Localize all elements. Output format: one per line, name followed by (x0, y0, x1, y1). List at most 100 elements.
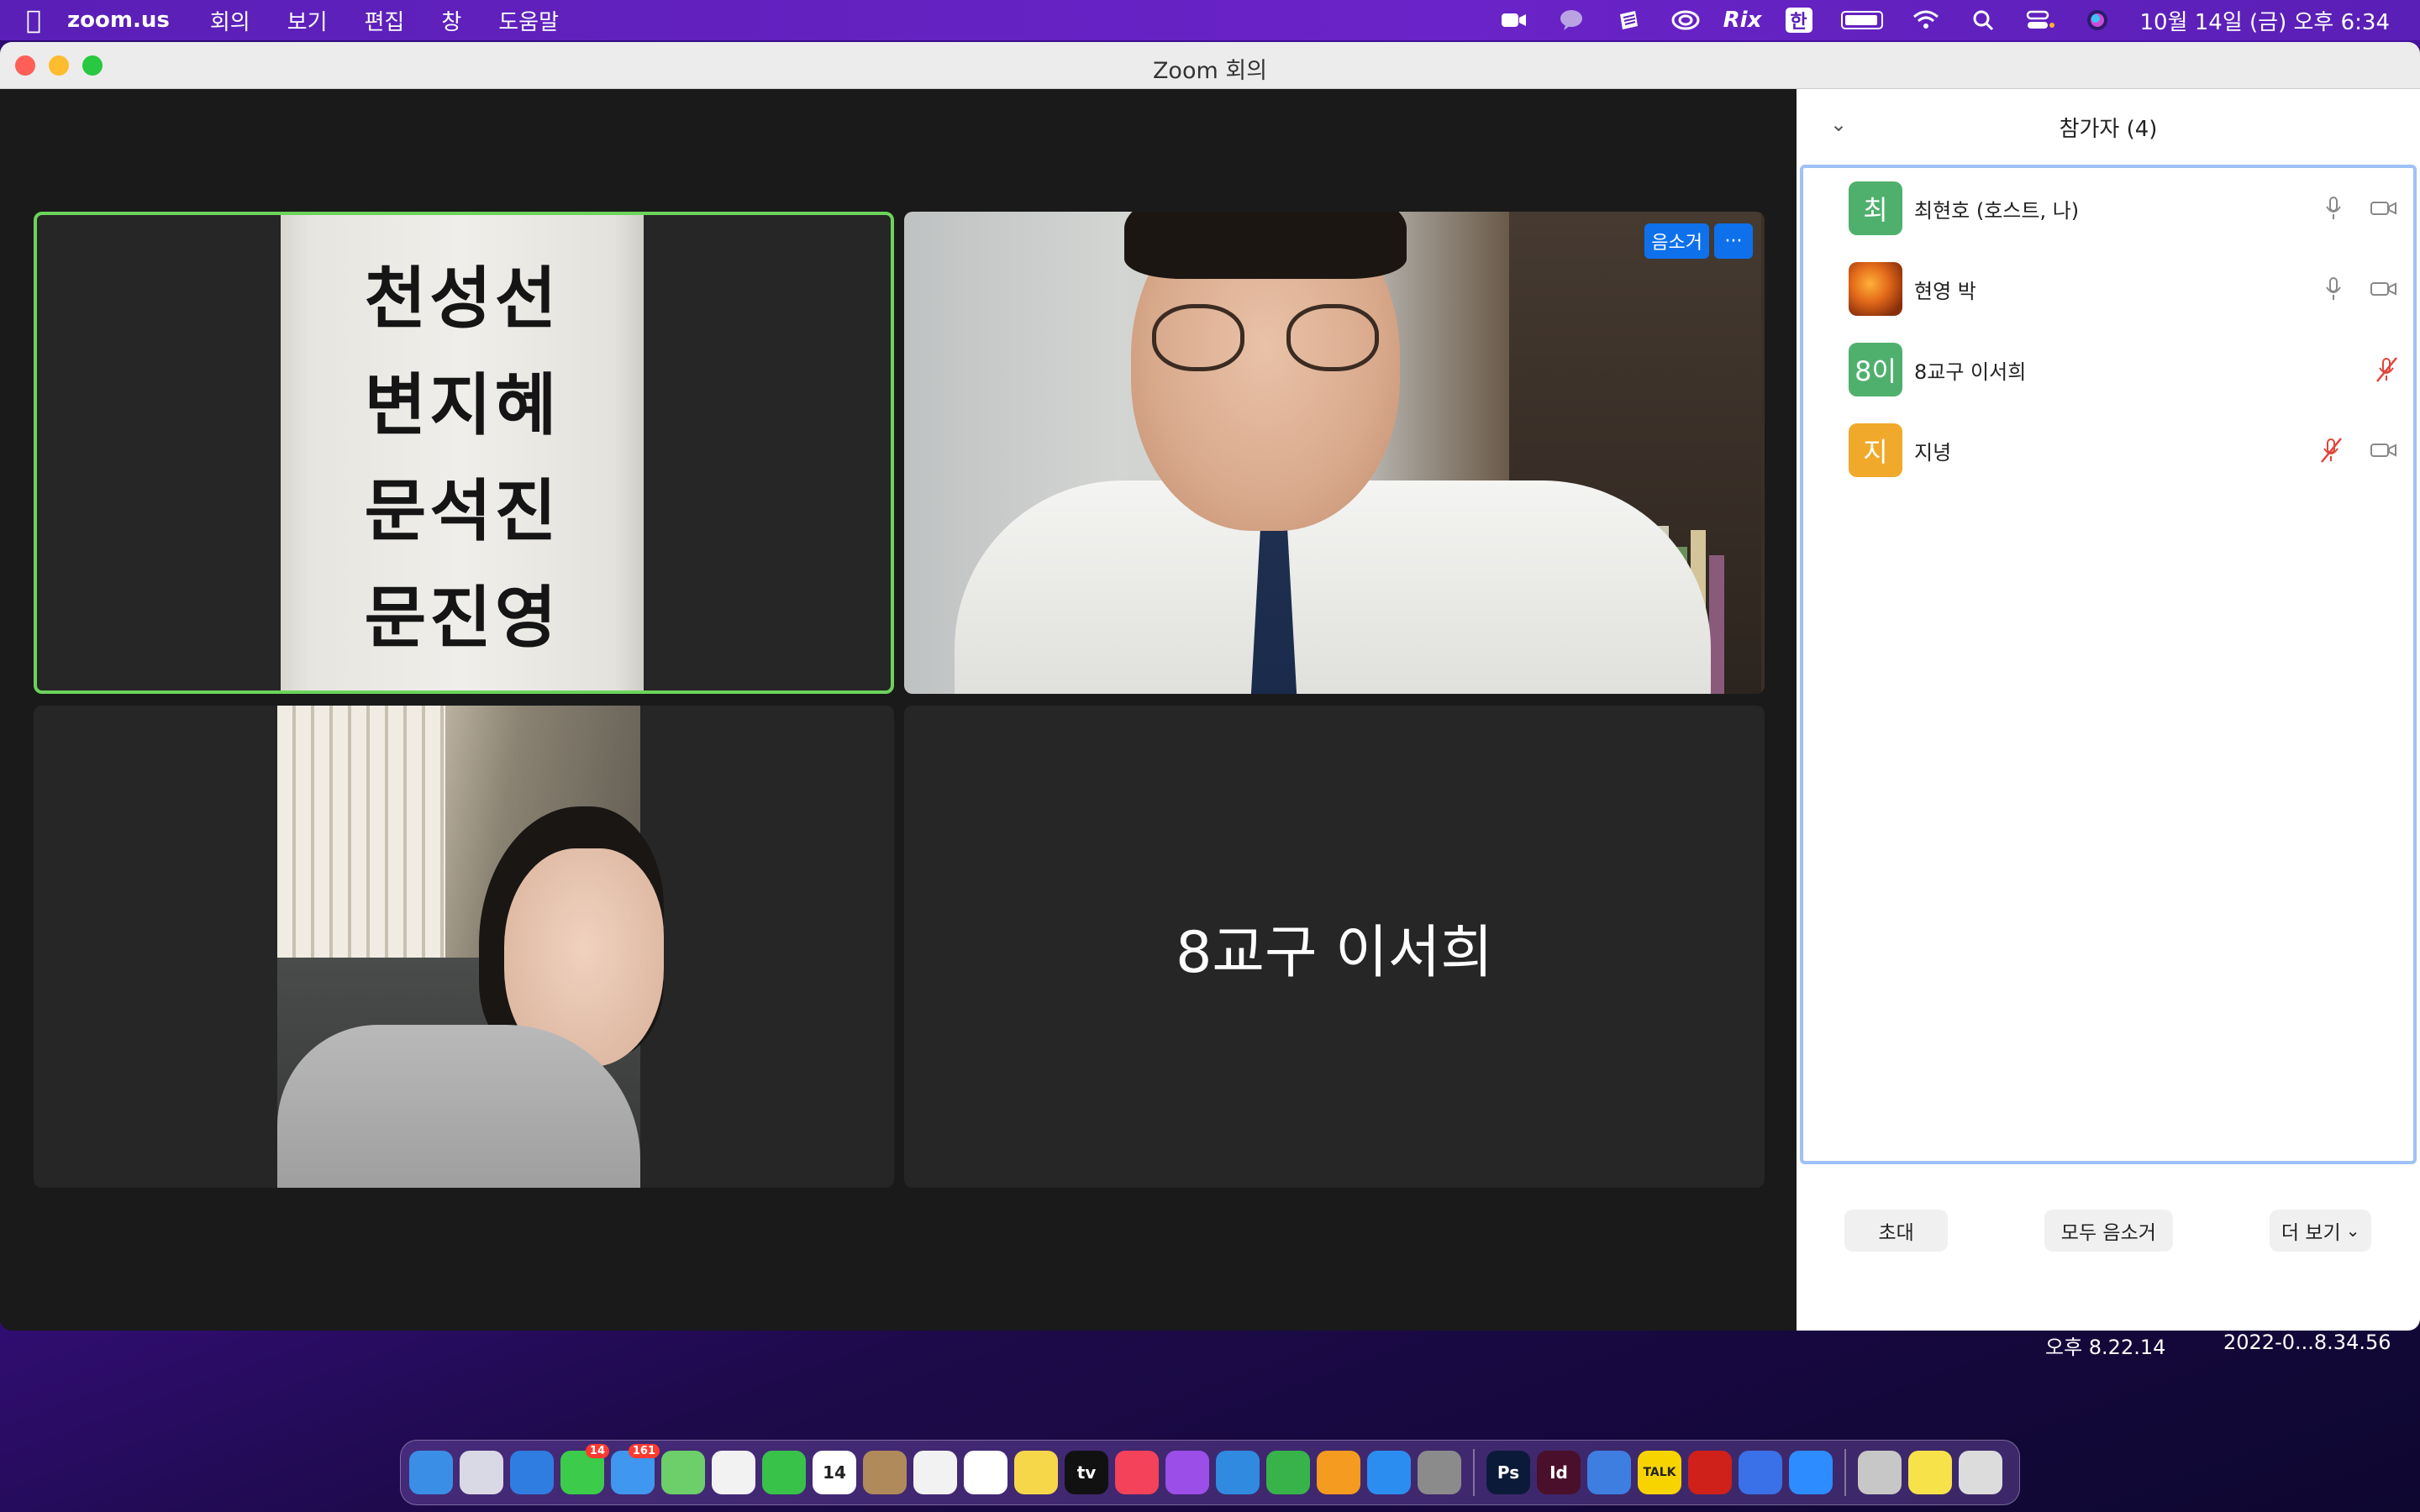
music-icon[interactable] (1115, 1451, 1159, 1494)
glasses (1286, 304, 1379, 371)
participant-row[interactable]: 지 지녕 (1803, 410, 2413, 491)
desktop-file-caption[interactable]: 오후 8.22.14 (2045, 1331, 2165, 1360)
mail-icon[interactable]: 161 (611, 1444, 660, 1494)
more-options-button[interactable]: ··· (1714, 223, 1753, 259)
podcasts-icon[interactable] (1165, 1451, 1209, 1494)
window-titlebar[interactable]: Zoom 회의 (0, 42, 2420, 89)
control-center-icon[interactable] (2026, 8, 2054, 32)
video-tile-participant[interactable] (34, 706, 894, 1188)
microphone-muted-icon[interactable] (2375, 356, 2398, 383)
participants-title: 참가자 (4) (2059, 116, 2158, 142)
video-tile-sign[interactable]: 천성선 변지혜 문석진 문진영 (34, 212, 894, 694)
mute-all-button[interactable]: 모두 음소거 (2044, 1210, 2173, 1252)
app-store-icon[interactable] (1367, 1451, 1411, 1494)
launchpad-icon[interactable] (460, 1451, 503, 1494)
zoom-status-icon[interactable] (1500, 8, 1528, 32)
video-camera-icon[interactable] (2370, 440, 2398, 460)
facetime-icon[interactable] (762, 1451, 806, 1494)
numbers-icon[interactable] (1266, 1451, 1310, 1494)
kakaotalk-icon[interactable]: TALK (1638, 1451, 1681, 1494)
notification-badge: 161 (628, 1444, 660, 1458)
microphone-icon[interactable] (2324, 196, 2343, 221)
teams-chat-icon[interactable] (1739, 1451, 1782, 1494)
dock-separator (1844, 1449, 1846, 1496)
chrome-icon[interactable] (913, 1451, 957, 1494)
dock: 14 161 14 tv Ps Id TALK (400, 1440, 2020, 1505)
dock-icon-label: TALK (1643, 1466, 1676, 1479)
apple-menu-icon[interactable]:  (0, 6, 67, 35)
acrobat-icon[interactable] (1688, 1451, 1732, 1494)
pages-icon[interactable] (1317, 1451, 1360, 1494)
mute-participant-button[interactable]: 음소거 (1644, 223, 1709, 259)
dock-icon-label: Id (1549, 1462, 1568, 1483)
maps-icon[interactable] (661, 1451, 705, 1494)
participants-panel: ⌄ 참가자 (4) 최 최현호 (호스트, 나) 현영 박 8이 8교구 이서희… (1797, 89, 2420, 1331)
notes-icon[interactable] (1614, 8, 1643, 32)
desktop-file-caption[interactable]: 2022-0...8.34.56 (2223, 1331, 2391, 1354)
reminders-icon[interactable] (964, 1451, 1007, 1494)
zoom-meeting-window: Zoom 회의 천성선 변지혜 문석진 문진영 음소거 ··· 8교구 이서희 … (0, 42, 2420, 1331)
window-title: Zoom 회의 (1152, 58, 1268, 84)
avatar: 최 (1849, 181, 1902, 235)
rix-icon[interactable]: Rix (1723, 8, 1762, 33)
notification-badge: 14 (585, 1444, 609, 1458)
downloads-icon[interactable] (1858, 1451, 1902, 1494)
messages-icon[interactable]: 14 (560, 1444, 609, 1494)
menu-window[interactable]: 창 (441, 5, 461, 36)
invite-button[interactable]: 초대 (1844, 1210, 1948, 1252)
video-tile-name-only[interactable]: 8교구 이서희 (904, 706, 1765, 1188)
korean-input-icon[interactable]: 한 (1785, 8, 1812, 33)
microphone-icon[interactable] (2324, 276, 2343, 302)
keynote-icon[interactable] (1216, 1451, 1260, 1494)
finder-icon[interactable] (409, 1451, 453, 1494)
sign-name: 문진영 (364, 578, 560, 657)
video-camera-icon[interactable] (2370, 198, 2398, 218)
creative-cloud-icon[interactable] (1671, 8, 1700, 32)
participant-row[interactable]: 최 최현호 (호스트, 나) (1803, 168, 2413, 249)
apple-tv-icon[interactable]: tv (1065, 1451, 1108, 1494)
search-icon[interactable] (1969, 8, 1997, 32)
menu-view[interactable]: 보기 (287, 5, 328, 36)
indesign-icon[interactable]: Id (1537, 1451, 1581, 1494)
photoshop-icon[interactable]: Ps (1486, 1451, 1530, 1494)
chevron-down-icon: ⌄ (2345, 1221, 2360, 1241)
menu-clock[interactable]: 10월 14일 (금) 오후 6:34 (2140, 5, 2391, 36)
panel-header: ⌄ 참가자 (4) (1797, 89, 2420, 165)
participant-row[interactable]: 8이 8교구 이서희 (1803, 329, 2413, 410)
video-camera-icon[interactable] (2370, 279, 2398, 299)
sign-name: 문석진 (364, 472, 560, 551)
menu-meeting[interactable]: 회의 (210, 5, 250, 36)
menu-help[interactable]: 도움말 (498, 5, 559, 36)
siri-icon[interactable] (2083, 8, 2112, 32)
wifi-icon[interactable] (1912, 8, 1940, 32)
menu-edit[interactable]: 편집 (365, 5, 405, 36)
dock-icon-label: 14 (823, 1462, 846, 1483)
chevron-down-icon[interactable]: ⌄ (1830, 113, 1847, 136)
notes-icon[interactable] (1014, 1451, 1058, 1494)
panel-footer: 초대 모두 음소거 더 보기 ⌄ (1797, 1173, 2420, 1331)
sign-name: 천성선 (364, 260, 560, 339)
more-button[interactable]: 더 보기 ⌄ (2269, 1210, 2372, 1252)
system-preferences-icon[interactable] (1418, 1451, 1461, 1494)
contacts-icon[interactable] (863, 1451, 907, 1494)
folder-icon[interactable] (1908, 1451, 1952, 1494)
microphone-muted-icon[interactable] (2319, 437, 2343, 464)
video-feed (904, 212, 1765, 694)
stickies-icon[interactable] (1587, 1451, 1631, 1494)
photos-icon[interactable] (712, 1451, 755, 1494)
participant-name: 8교구 이서희 (1914, 360, 2027, 384)
chat-bubble-icon[interactable] (1557, 8, 1586, 32)
participant-name: 최현호 (호스트, 나) (1914, 198, 2080, 223)
participant-row[interactable]: 현영 박 (1803, 249, 2413, 329)
app-menu[interactable]: zoom.us (67, 8, 170, 33)
video-tile-host[interactable]: 음소거 ··· (904, 212, 1765, 694)
sign-name: 변지혜 (364, 365, 560, 444)
trash-icon[interactable] (1959, 1451, 2002, 1494)
dock-icon-label: Ps (1497, 1462, 1520, 1483)
calendar-icon[interactable]: 14 (813, 1451, 856, 1494)
participant-name: 현영 박 (1914, 279, 1976, 303)
safari-icon[interactable] (510, 1451, 554, 1494)
battery-icon[interactable] (1840, 11, 1883, 29)
participant-name: 지녕 (1914, 440, 1952, 465)
zoom-icon[interactable] (1789, 1451, 1833, 1494)
